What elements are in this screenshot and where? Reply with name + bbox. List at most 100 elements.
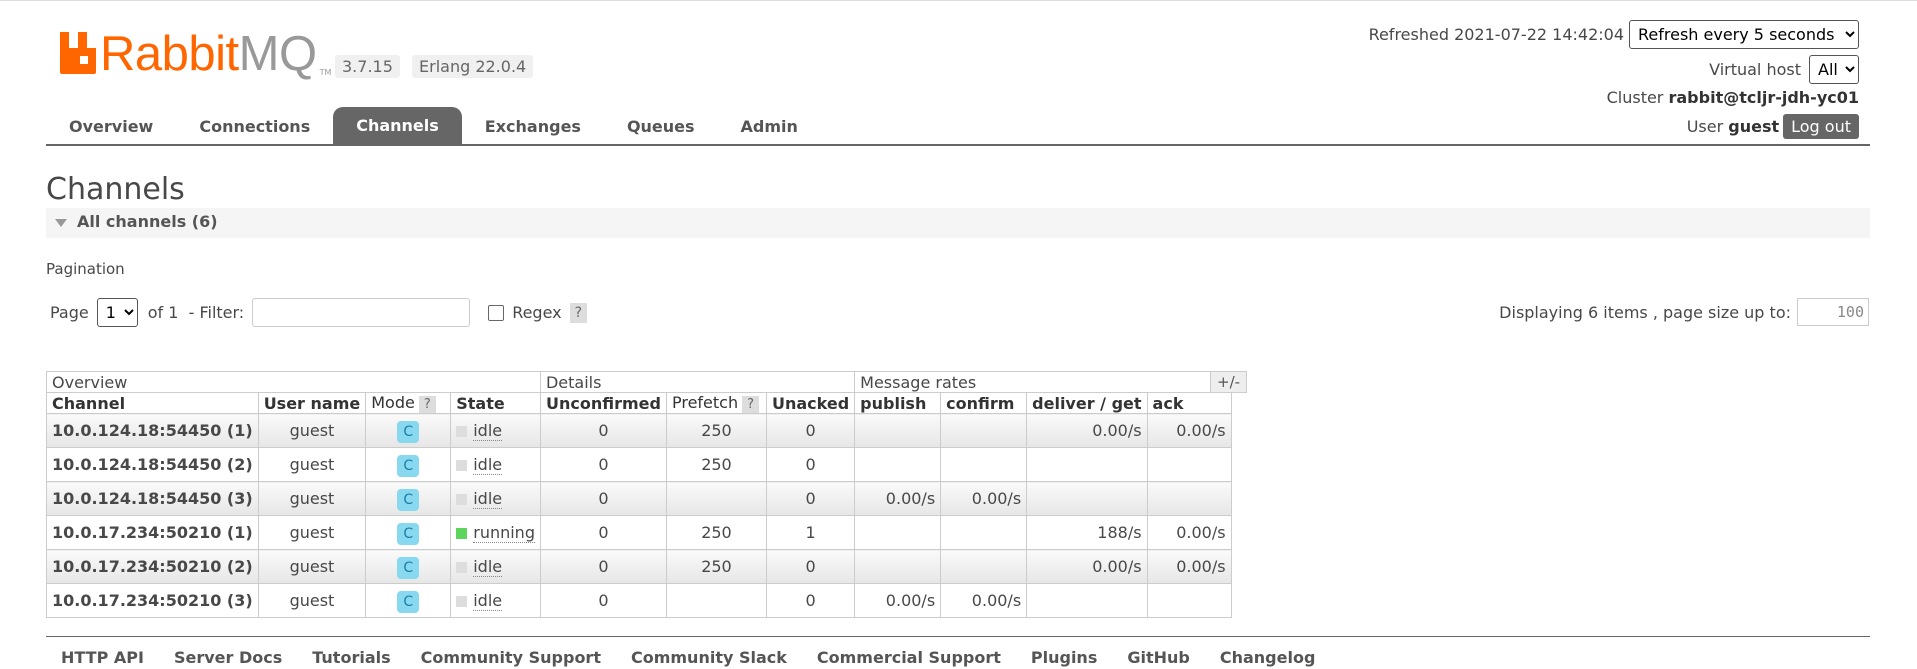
publish-rate-cell — [854, 549, 942, 584]
page-size-input[interactable]: 100 — [1797, 298, 1869, 326]
table-row: 10.0.124.18:54450 (3) guest Cidle 0 0 0.00/s 0… — [46, 481, 1232, 516]
tab-overview[interactable]: Overview — [46, 109, 176, 145]
table-row: 10.0.17.234:50210 (1) guest Crunning 0 250 1 1… — [46, 515, 1232, 550]
main-nav-tabs: Overview Connections Channels Exchanges … — [46, 107, 821, 145]
deliver-get-rate-cell — [1026, 447, 1148, 482]
tab-admin[interactable]: Admin — [718, 109, 821, 145]
user-cell: guest — [257, 481, 367, 516]
channel-link[interactable]: 10.0.124.18:54450 (1) — [46, 413, 259, 448]
rabbitmq-logo-icon — [60, 32, 96, 74]
all-channels-section-toggle[interactable]: All channels (6) — [46, 208, 1870, 238]
user-cell: guest — [257, 413, 367, 448]
publish-rate-cell: 0.00/s — [854, 583, 942, 618]
state-indicator-icon — [456, 562, 468, 573]
cluster-label: Cluster — [1606, 88, 1664, 107]
tab-connections[interactable]: Connections — [176, 109, 333, 145]
refresh-interval-select[interactable]: Refresh every 5 seconds — [1629, 20, 1859, 49]
ack-rate-cell: 0.00/s — [1146, 515, 1232, 550]
footer-link-tutorials[interactable]: Tutorials — [297, 648, 405, 667]
logo-trademark: TM — [319, 68, 332, 77]
state-label: idle — [473, 489, 503, 509]
footer-link-github[interactable]: GitHub — [1112, 648, 1205, 667]
unconfirmed-cell: 0 — [539, 413, 667, 448]
channel-link[interactable]: 10.0.17.234:50210 (1) — [46, 515, 259, 550]
channels-table: Overview Details Message rates Channel U… — [46, 371, 1232, 618]
prefetch-cell: 250 — [665, 447, 767, 482]
channel-link[interactable]: 10.0.17.234:50210 (2) — [46, 549, 259, 584]
page-select[interactable]: 1 — [96, 298, 138, 327]
mode-help-button[interactable]: ? — [418, 396, 436, 413]
publish-rate-cell — [854, 413, 942, 448]
channel-link[interactable]: 10.0.124.18:54450 (2) — [46, 447, 259, 482]
footer-link-server-docs[interactable]: Server Docs — [159, 648, 297, 667]
collapse-triangle-icon — [55, 219, 67, 227]
column-toggle-button[interactable]: +/- — [1210, 371, 1248, 393]
state-label: idle — [473, 421, 503, 441]
state-cell: idle — [450, 583, 541, 618]
unconfirmed-cell: 0 — [539, 447, 667, 482]
col-mode[interactable]: Mode? — [365, 392, 452, 414]
col-user-name[interactable]: User name — [257, 392, 367, 414]
pagination-controls: Page 1 of 1 - Filter: Regex ? — [50, 298, 588, 327]
logout-button[interactable]: Log out — [1783, 114, 1859, 139]
erlang-version-badge: Erlang 22.0.4 — [412, 55, 534, 78]
vhost-select[interactable]: All — [1809, 55, 1859, 84]
regex-label: Regex — [512, 303, 562, 322]
col-channel[interactable]: Channel — [46, 392, 259, 414]
ack-rate-cell — [1146, 447, 1232, 482]
mode-cell: C — [365, 583, 452, 618]
unacked-cell: 0 — [765, 413, 856, 448]
footer-link-commercial-support[interactable]: Commercial Support — [802, 648, 1016, 667]
tab-channels[interactable]: Channels — [333, 107, 462, 145]
vhost-label: Virtual host — [1709, 60, 1801, 79]
footer-link-changelog[interactable]: Changelog — [1205, 648, 1331, 667]
col-ack[interactable]: ack — [1146, 392, 1232, 414]
col-publish[interactable]: publish — [854, 392, 942, 414]
mode-badge: C — [397, 489, 420, 511]
footer-link-community-slack[interactable]: Community Slack — [616, 648, 802, 667]
state-label: idle — [473, 591, 503, 611]
unconfirmed-cell: 0 — [539, 583, 667, 618]
regex-checkbox[interactable] — [488, 304, 505, 321]
filter-label: - Filter: — [188, 303, 245, 322]
ack-rate-cell — [1146, 481, 1232, 516]
col-deliver-get[interactable]: deliver / get — [1026, 392, 1148, 414]
publish-rate-cell: 0.00/s — [854, 481, 942, 516]
user-cell: guest — [257, 583, 367, 618]
col-unacked[interactable]: Unacked — [765, 392, 856, 414]
tab-exchanges[interactable]: Exchanges — [462, 109, 604, 145]
regex-help-button[interactable]: ? — [569, 302, 588, 323]
deliver-get-rate-cell: 0.00/s — [1026, 413, 1148, 448]
col-state[interactable]: State — [450, 392, 541, 414]
tab-divider — [46, 144, 1870, 146]
footer-link-http-api[interactable]: HTTP API — [46, 648, 159, 667]
unconfirmed-cell: 0 — [539, 515, 667, 550]
page-of-label: of 1 — [147, 303, 179, 322]
mode-badge: C — [397, 455, 420, 477]
state-cell: idle — [450, 481, 541, 516]
user-name: guest — [1728, 117, 1780, 136]
channel-link[interactable]: 10.0.17.234:50210 (3) — [46, 583, 259, 618]
state-indicator-icon — [456, 460, 468, 471]
footer-link-plugins[interactable]: Plugins — [1016, 648, 1112, 667]
user-label: User — [1686, 117, 1724, 136]
tab-queues[interactable]: Queues — [604, 109, 718, 145]
footer-link-community-support[interactable]: Community Support — [406, 648, 616, 667]
footer-links: HTTP API Server Docs Tutorials Community… — [46, 648, 1330, 667]
state-indicator-icon — [456, 596, 468, 607]
col-unconfirmed[interactable]: Unconfirmed — [539, 392, 667, 414]
rabbitmq-logo[interactable]: RabbitMQ TM — [60, 27, 332, 81]
mode-badge: C — [397, 523, 420, 545]
section-title: All channels (6) — [77, 212, 218, 231]
refreshed-timestamp: Refreshed 2021-07-22 14:42:04 — [1368, 25, 1624, 44]
mode-cell: C — [365, 515, 452, 550]
group-overview: Overview — [46, 371, 541, 393]
channel-link[interactable]: 10.0.124.18:54450 (3) — [46, 481, 259, 516]
logo-text: RabbitMQ — [100, 27, 317, 81]
filter-input[interactable] — [252, 298, 471, 327]
state-cell: idle — [450, 549, 541, 584]
vhost-controls: Virtual host All — [1709, 55, 1859, 84]
prefetch-help-button[interactable]: ? — [742, 396, 759, 413]
col-prefetch[interactable]: Prefetch? — [665, 392, 767, 414]
col-confirm[interactable]: confirm — [940, 392, 1028, 414]
